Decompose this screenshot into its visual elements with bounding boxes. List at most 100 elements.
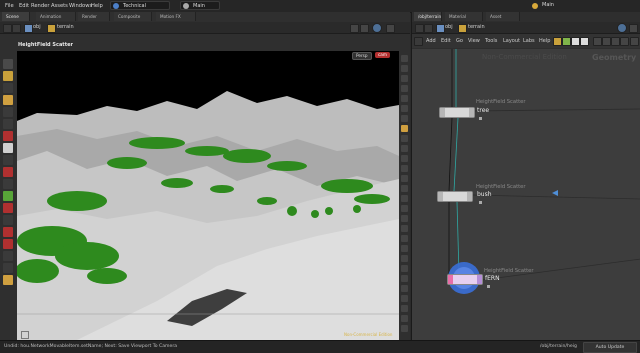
forward-icon[interactable] [12, 24, 21, 33]
background-icon[interactable] [401, 205, 408, 212]
tab-scene-view[interactable]: Scene View [2, 12, 30, 28]
tab-animation-editor[interactable]: Animation Editor [36, 12, 76, 28]
menu-help[interactable]: Help [91, 3, 103, 9]
geo-icon[interactable] [3, 239, 13, 249]
points-icon[interactable] [3, 251, 13, 261]
path-obj[interactable]: obj [33, 24, 41, 30]
display-icon[interactable] [3, 203, 13, 213]
net-tool-2-icon[interactable] [562, 37, 571, 46]
more-icon[interactable] [401, 265, 408, 272]
node-fern-name[interactable]: fERN [485, 275, 500, 282]
visualizer-icon[interactable] [401, 235, 408, 242]
net-tool-5-icon[interactable] [593, 37, 602, 46]
3d-viewport[interactable]: Persp cam Non-Commercial Edition [17, 51, 399, 340]
tab-motion-fx-view[interactable]: Motion FX View [156, 12, 196, 28]
lights-icon[interactable] [3, 215, 13, 225]
back-icon[interactable] [3, 24, 12, 33]
render-region-icon[interactable] [3, 131, 13, 141]
scale-tool-icon[interactable] [3, 119, 13, 129]
extra6-icon[interactable] [401, 325, 408, 332]
net-tool-8-icon[interactable] [620, 37, 629, 46]
camera-lock-icon[interactable] [401, 245, 408, 252]
tab-asset-browser[interactable]: Asset Browser [486, 12, 520, 28]
handle-tool-icon[interactable] [3, 83, 13, 93]
safe-area-icon[interactable] [401, 215, 408, 222]
normals-icon[interactable] [401, 105, 408, 112]
node-bush-bypass[interactable] [438, 192, 443, 201]
net-tool-3-icon[interactable] [571, 37, 580, 46]
snapshot-icon[interactable] [401, 175, 408, 182]
template-icon[interactable] [401, 195, 408, 202]
shade-icon[interactable] [401, 75, 408, 82]
net-tool-7-icon[interactable] [611, 37, 620, 46]
menu-net-help[interactable]: Help [539, 38, 550, 44]
frame-icon[interactable] [401, 145, 408, 152]
points-display-icon[interactable] [401, 95, 408, 102]
network-canvas[interactable]: Non-Commercial Edition Geometry HeightFi… [412, 49, 640, 340]
menu-net-edit[interactable]: Edit [441, 38, 451, 44]
bbox-icon[interactable] [401, 115, 408, 122]
net-forward-icon[interactable] [424, 24, 433, 33]
particles-icon[interactable] [401, 225, 408, 232]
vis-icon[interactable] [3, 263, 13, 273]
light-bulb-icon[interactable] [3, 275, 13, 285]
net-path-obj[interactable]: obj [445, 24, 453, 30]
node-fern[interactable] [447, 274, 483, 285]
net-tool-6-icon[interactable] [602, 37, 611, 46]
menu-file[interactable]: File [5, 3, 14, 9]
camera-toggle-icon[interactable] [401, 135, 408, 142]
auto-update-button[interactable]: Auto Update [583, 342, 637, 353]
globe-icon[interactable] [372, 23, 382, 33]
magnet-icon[interactable] [3, 167, 13, 177]
extra5-icon[interactable] [401, 315, 408, 322]
path-terrain[interactable]: terrain [57, 24, 74, 30]
link-icon[interactable] [360, 24, 369, 33]
desktop-selector[interactable]: Technical [110, 1, 170, 10]
node-tree-bypass[interactable] [440, 108, 445, 117]
node-bush-display[interactable] [467, 192, 472, 201]
lock-icon[interactable] [3, 143, 13, 153]
tab-material-palette[interactable]: Material Palette [445, 12, 483, 28]
extra3-icon[interactable] [401, 295, 408, 302]
net-tools-icon[interactable] [414, 37, 423, 46]
extra4-icon[interactable] [401, 305, 408, 312]
home-icon[interactable] [401, 155, 408, 162]
main-selector[interactable]: Main [530, 1, 600, 10]
node-tree-name[interactable]: tree [477, 107, 489, 114]
camera-persp-button[interactable]: Persp [352, 52, 372, 60]
net-tool-1-icon[interactable] [553, 37, 562, 46]
node-fern-bypass[interactable] [448, 275, 453, 284]
menu-render[interactable]: Render [31, 3, 49, 9]
wire-icon[interactable] [3, 227, 13, 237]
sphere-icon[interactable] [3, 179, 13, 189]
node-bush[interactable] [437, 191, 473, 202]
grid-icon[interactable] [3, 191, 13, 201]
tab-render-view[interactable]: Render View [78, 12, 110, 28]
menu-layout[interactable]: Layout [503, 38, 520, 44]
hide-icon[interactable] [401, 185, 408, 192]
node-fern-display[interactable] [477, 275, 482, 284]
menu-tools[interactable]: Tools [485, 38, 497, 44]
net-globe-icon[interactable] [617, 23, 627, 33]
camera-menu-button[interactable]: cam [375, 52, 390, 58]
node-bush-name[interactable]: bush [477, 191, 492, 198]
select-tool-icon[interactable] [3, 59, 13, 69]
wireframe-icon[interactable] [401, 85, 408, 92]
net-tool-9-icon[interactable] [630, 37, 639, 46]
ghost-icon[interactable] [401, 65, 408, 72]
tab-composite-view[interactable]: Composite View [114, 12, 152, 28]
rotate-tool-icon[interactable] [3, 107, 13, 117]
extra2-icon[interactable] [401, 285, 408, 292]
pane-menu-icon[interactable] [386, 24, 395, 33]
net-path-terrain[interactable]: terrain [468, 24, 485, 30]
node-tree-display[interactable] [469, 108, 474, 117]
snap-icon[interactable] [3, 155, 13, 165]
net-tool-4-icon[interactable] [580, 37, 589, 46]
menu-edit[interactable]: Edit [19, 3, 29, 9]
pin-icon[interactable] [350, 24, 359, 33]
menu-assets[interactable]: Assets [51, 3, 68, 9]
workspace-selector[interactable]: Main [180, 1, 220, 10]
display-options-icon[interactable] [401, 55, 408, 62]
menu-windows[interactable]: Windows [69, 3, 92, 9]
node-tree[interactable] [439, 107, 475, 118]
